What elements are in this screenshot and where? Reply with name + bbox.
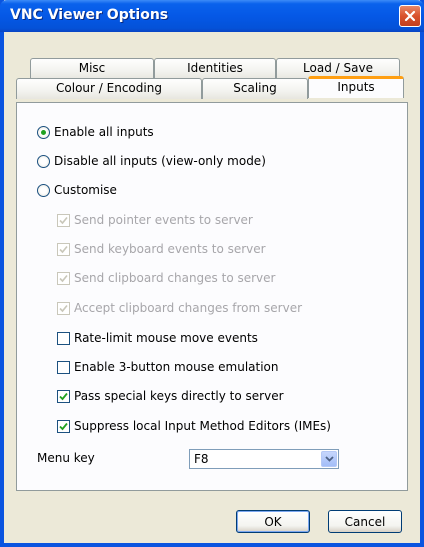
- window-title: VNC Viewer Options: [10, 7, 169, 23]
- customise-radio[interactable]: Customise: [37, 183, 117, 197]
- checkmark-icon: [57, 271, 70, 285]
- radio-label: Enable all inputs: [54, 125, 154, 139]
- disable-all-inputs-radio[interactable]: Disable all inputs (view-only mode): [37, 154, 266, 168]
- suppress-ime-checkbox[interactable]: Suppress local Input Method Editors (IME…: [57, 419, 331, 433]
- dropdown-button[interactable]: [321, 451, 337, 467]
- checkmark-icon: [57, 213, 70, 227]
- options-window: VNC Viewer Options Misc Identities Load …: [0, 0, 424, 547]
- send-pointer-checkbox[interactable]: Send pointer events to server: [57, 213, 253, 227]
- three-button-emulation-checkbox[interactable]: Enable 3-button mouse emulation: [57, 360, 279, 374]
- title-bar[interactable]: VNC Viewer Options: [0, 0, 424, 32]
- checkmark-icon: [57, 389, 70, 403]
- send-keyboard-checkbox[interactable]: Send keyboard events to server: [57, 242, 266, 256]
- chevron-down-icon: [324, 456, 334, 462]
- enable-all-inputs-radio[interactable]: Enable all inputs: [37, 125, 154, 139]
- radio-selected-icon: [37, 125, 50, 139]
- tab-identities[interactable]: Identities: [154, 58, 276, 79]
- tab-inputs[interactable]: Inputs: [308, 76, 404, 98]
- tab-label: Inputs: [337, 80, 375, 94]
- send-clipboard-checkbox[interactable]: Send clipboard changes to server: [57, 271, 275, 285]
- tab-scaling[interactable]: Scaling: [202, 78, 308, 99]
- rate-limit-checkbox[interactable]: Rate-limit mouse move events: [57, 331, 258, 345]
- checkmark-icon: [57, 242, 70, 256]
- checkbox-label: Send clipboard changes to server: [74, 271, 276, 285]
- menu-key-select[interactable]: F8: [189, 449, 339, 469]
- checkmark-icon: [57, 301, 70, 315]
- menu-key-label: Menu key: [37, 451, 95, 465]
- checkbox-label: Pass special keys directly to server: [74, 389, 284, 403]
- checkbox-label: Send keyboard events to server: [74, 242, 266, 256]
- ok-button-label: OK: [264, 514, 282, 529]
- tab-label: Scaling: [233, 81, 277, 95]
- close-icon: [404, 10, 416, 22]
- checkbox-label: Accept clipboard changes from server: [74, 301, 303, 315]
- tab-colour-encoding[interactable]: Colour / Encoding: [16, 78, 202, 99]
- inputs-panel: Enable all inputs Disable all inputs (vi…: [16, 102, 408, 491]
- radio-label: Customise: [54, 183, 117, 197]
- pass-special-keys-checkbox[interactable]: Pass special keys directly to server: [57, 389, 284, 403]
- accept-clipboard-checkbox[interactable]: Accept clipboard changes from server: [57, 301, 302, 315]
- close-button[interactable]: [399, 5, 421, 27]
- ok-button[interactable]: OK: [236, 510, 310, 533]
- tab-label: Load / Save: [303, 61, 373, 75]
- tab-label: Misc: [78, 61, 106, 75]
- radio-empty-icon: [37, 154, 50, 168]
- cancel-button[interactable]: Cancel: [328, 510, 402, 533]
- tab-label: Identities: [187, 61, 243, 75]
- radio-empty-icon: [37, 183, 50, 197]
- tab-label: Colour / Encoding: [56, 81, 162, 95]
- checkbox-empty-icon: [57, 360, 70, 374]
- menu-key-value: F8: [194, 452, 209, 466]
- tab-misc[interactable]: Misc: [30, 58, 154, 79]
- checkbox-label: Rate-limit mouse move events: [74, 331, 258, 345]
- radio-label: Disable all inputs (view-only mode): [54, 154, 266, 168]
- checkbox-label: Send pointer events to server: [74, 213, 253, 227]
- checkmark-icon: [57, 419, 70, 433]
- checkbox-label: Suppress local Input Method Editors (IME…: [74, 419, 331, 433]
- cancel-button-label: Cancel: [344, 514, 386, 529]
- checkbox-empty-icon: [57, 331, 70, 345]
- checkbox-label: Enable 3-button mouse emulation: [74, 360, 279, 374]
